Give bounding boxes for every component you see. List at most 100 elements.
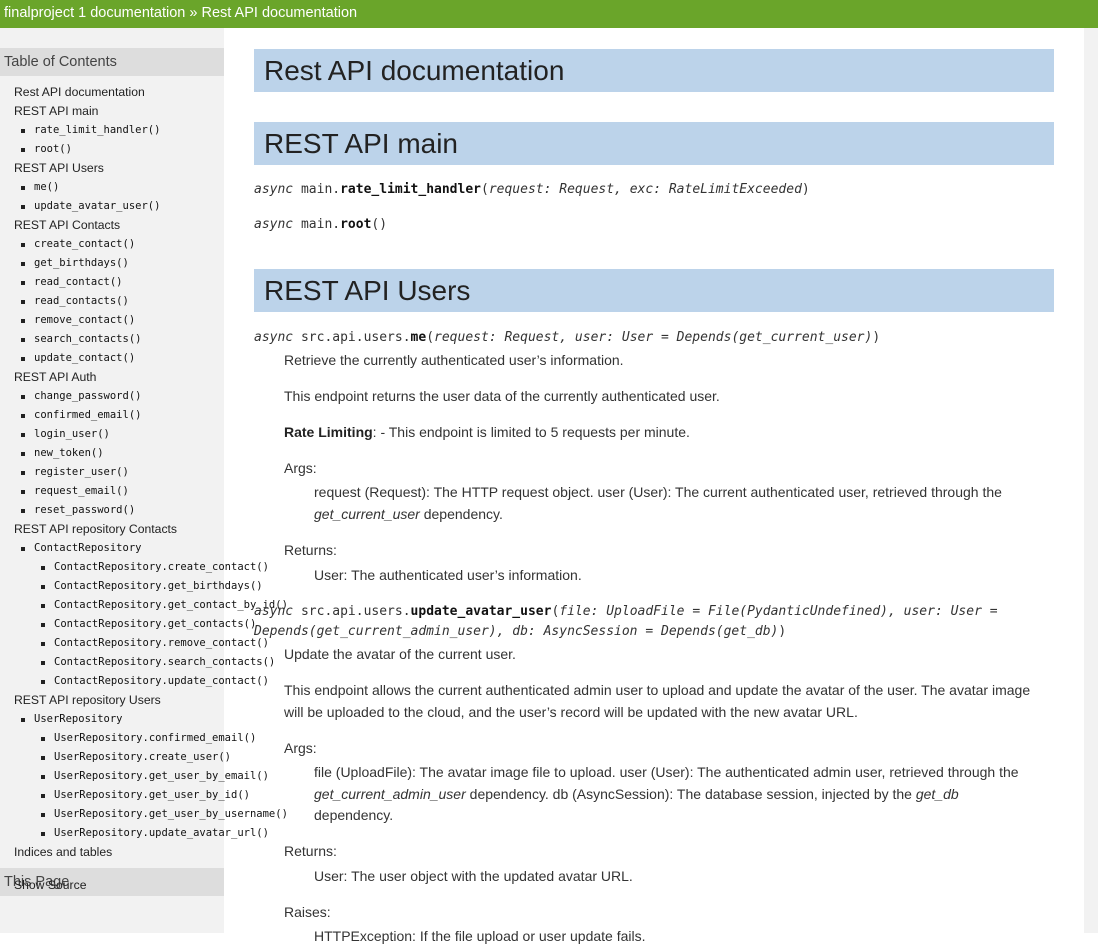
bullet-icon — [41, 832, 45, 836]
bullet-icon — [41, 604, 45, 608]
bullet-icon — [41, 642, 45, 646]
update-avatar-returns-text: User: The user object with the updated a… — [314, 868, 633, 884]
toc-link[interactable]: ContactRepository.remove_contact() — [54, 634, 269, 653]
toc-link[interactable]: request_email() — [34, 482, 129, 501]
update-avatar-args-1: file (UploadFile): The avatar image file… — [314, 764, 1019, 780]
me-returns-label: Returns: — [284, 542, 337, 558]
toc-link[interactable]: ContactRepository.get_contacts() — [54, 615, 256, 634]
toc-link[interactable]: ContactRepository.search_contacts() — [54, 653, 275, 672]
toc-link[interactable]: REST API Auth — [14, 368, 96, 387]
sig-prefix: async — [254, 182, 294, 197]
bullet-icon — [21, 281, 25, 285]
bullet-icon — [41, 680, 45, 684]
toc-link[interactable]: get_birthdays() — [34, 254, 129, 273]
sig-prefix: async — [254, 604, 294, 619]
breadcrumb-current-link[interactable]: Rest API documentation — [202, 5, 358, 21]
sig-name: rate_limit_handler — [340, 182, 481, 197]
toc-link[interactable]: rate_limit_handler() — [34, 121, 160, 140]
toc-link[interactable]: UserRepository.update_avatar_url() — [54, 824, 269, 843]
bullet-icon — [41, 756, 45, 760]
toc-link[interactable]: REST API Users — [14, 159, 104, 178]
toc-item: UserRepository — [0, 710, 300, 729]
bullet-icon — [21, 205, 25, 209]
me-returns-text: User: The authenticated user’s informati… — [314, 567, 582, 583]
update-avatar-returns-label: Returns: — [284, 843, 337, 859]
toc-link[interactable]: REST API repository Users — [14, 691, 161, 710]
toc-link[interactable]: ContactRepository.update_contact() — [54, 672, 269, 691]
bullet-icon — [21, 718, 25, 722]
me-args-label: Args: — [284, 460, 317, 476]
toc-link[interactable]: REST API Contacts — [14, 216, 120, 235]
toc-link[interactable]: create_contact() — [34, 235, 135, 254]
toc-item: ContactRepository.search_contacts() — [0, 653, 300, 672]
toc-link[interactable]: change_password() — [34, 387, 141, 406]
toc-link[interactable]: REST API main — [14, 102, 98, 121]
bullet-icon — [41, 794, 45, 798]
toc-link[interactable]: Indices and tables — [14, 843, 112, 862]
signature-rate-limit-handler: async main.rate_limit_handler(request: R… — [254, 182, 810, 197]
toc-link[interactable]: read_contact() — [34, 273, 123, 292]
toc-link[interactable]: me() — [34, 178, 59, 197]
update-avatar-description-2: will be uploaded to the cloud, and the u… — [284, 704, 858, 720]
toc-link[interactable]: UserRepository.get_user_by_username() — [54, 805, 288, 824]
toc-link[interactable]: update_contact() — [34, 349, 135, 368]
bullet-icon — [21, 509, 25, 513]
update-avatar-args-label: Args: — [284, 740, 317, 756]
toc-link[interactable]: root() — [34, 140, 72, 159]
toc-item: change_password() — [0, 387, 300, 406]
update-avatar-description-1: This endpoint allows the current authent… — [284, 682, 1031, 698]
toc-item: UserRepository.update_avatar_url() — [0, 824, 300, 843]
me-summary: Retrieve the currently authenticated use… — [284, 352, 624, 368]
signature-update-avatar-user: async src.api.users.update_avatar_user(f… — [254, 604, 998, 619]
sidebar: Table of Contents Rest API documentation… — [0, 28, 288, 933]
toc-link[interactable]: register_user() — [34, 463, 129, 482]
toc-link[interactable]: remove_contact() — [34, 311, 135, 330]
sig-module: main. — [300, 217, 341, 232]
bullet-icon — [21, 186, 25, 190]
toc-item: REST API main — [0, 102, 300, 121]
toc-link[interactable]: ContactRepository.create_contact() — [54, 558, 269, 577]
toc-link[interactable]: new_token() — [34, 444, 104, 463]
toc-link[interactable]: UserRepository.confirmed_email() — [54, 729, 256, 748]
toc-link[interactable]: reset_password() — [34, 501, 135, 520]
show-source-link[interactable]: Show Source — [14, 878, 87, 892]
sig-name: root — [340, 217, 372, 232]
rate-limiting-label: Rate Limiting — [284, 424, 373, 440]
breadcrumb: finalproject 1 documentation » Rest API … — [0, 0, 1098, 28]
toc-link[interactable]: UserRepository.create_user() — [54, 748, 231, 767]
toc-link[interactable]: update_avatar_user() — [34, 197, 160, 216]
bullet-icon — [21, 414, 25, 418]
page-scrollbar[interactable] — [1084, 28, 1098, 933]
toc-item: UserRepository.confirmed_email() — [0, 729, 300, 748]
toc-item: new_token() — [0, 444, 300, 463]
toc-link[interactable]: ContactRepository.get_birthdays() — [54, 577, 263, 596]
bullet-icon — [41, 737, 45, 741]
args-dependency: get_current_user — [314, 506, 420, 522]
toc-item: Indices and tables — [0, 843, 300, 862]
toc-link[interactable]: login_user() — [34, 425, 110, 444]
me-args-text: request (Request): The HTTP request obje… — [314, 481, 1054, 525]
signature-root: async main.root() — [254, 217, 388, 232]
bullet-icon — [21, 452, 25, 456]
toc-item: ContactRepository.get_birthdays() — [0, 577, 300, 596]
bullet-icon — [41, 813, 45, 817]
sig-prefix: async — [254, 330, 294, 345]
toc-link[interactable]: UserRepository — [34, 710, 123, 729]
toc-link[interactable]: Rest API documentation — [14, 83, 145, 102]
bullet-icon — [41, 775, 45, 779]
toc-item: REST API Auth — [0, 368, 300, 387]
toc-link[interactable]: ContactRepository.get_contact_by_id() — [54, 596, 288, 615]
toc-link[interactable]: UserRepository.get_user_by_email() — [54, 767, 269, 786]
toc-link[interactable]: REST API repository Contacts — [14, 520, 177, 539]
breadcrumb-project-link[interactable]: finalproject 1 documentation — [4, 5, 185, 21]
bullet-icon — [21, 319, 25, 323]
toc-link[interactable]: ContactRepository — [34, 539, 141, 558]
toc-link[interactable]: confirmed_email() — [34, 406, 141, 425]
sig-module: main. — [300, 182, 341, 197]
toc-link[interactable]: UserRepository.get_user_by_id() — [54, 786, 250, 805]
toc-link[interactable]: read_contacts() — [34, 292, 129, 311]
toc-link[interactable]: search_contacts() — [34, 330, 141, 349]
sig-params-line2: Depends(get_current_admin_user), db: Asy… — [254, 624, 779, 639]
sig-prefix: async — [254, 217, 294, 232]
signature-me: async src.api.users.me(request: Request,… — [254, 330, 881, 345]
